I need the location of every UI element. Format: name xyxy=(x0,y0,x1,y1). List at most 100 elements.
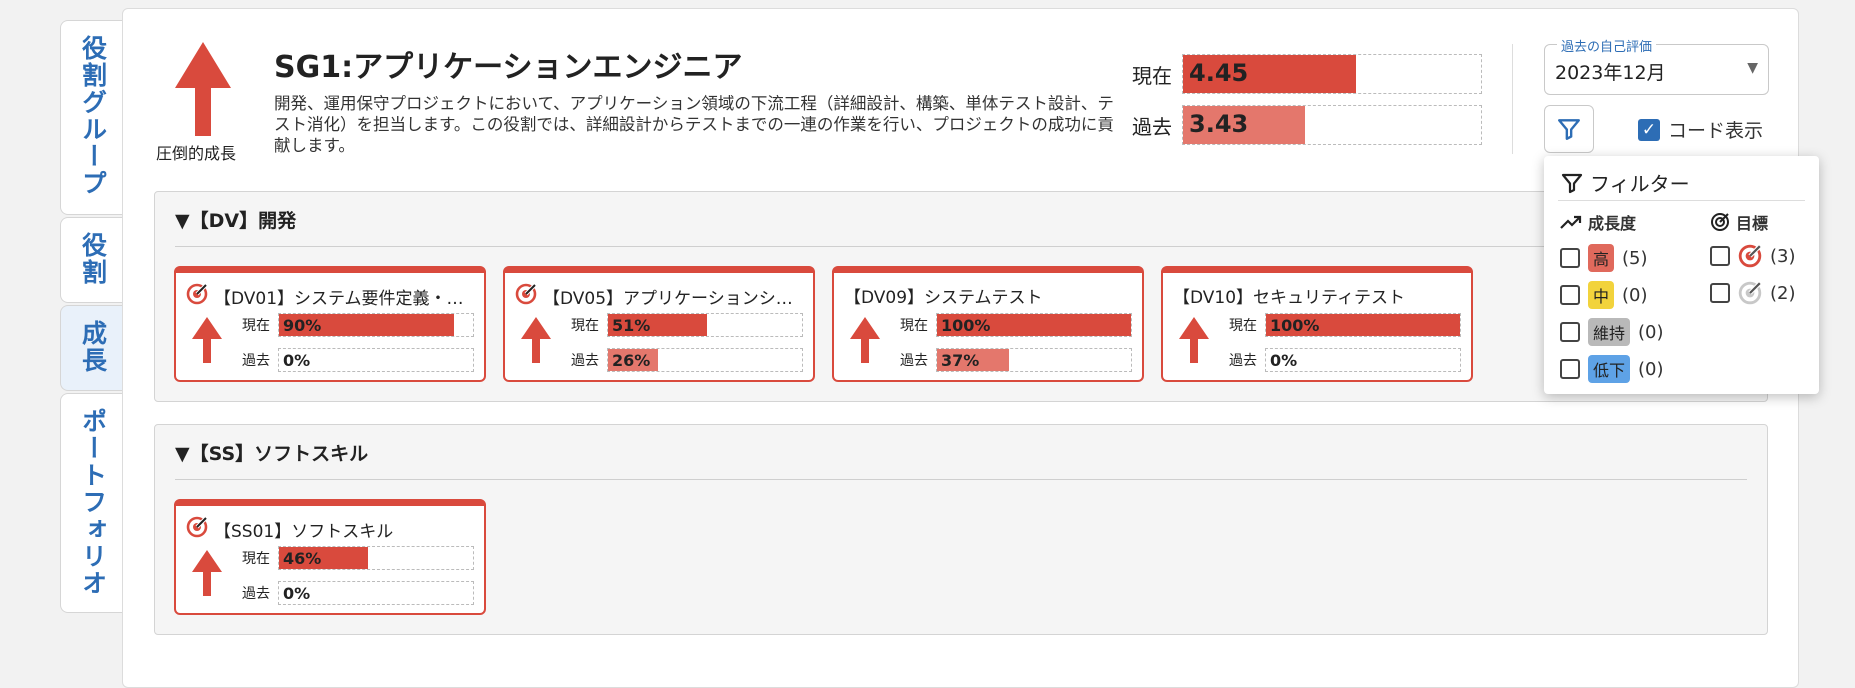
card-title: 【DV10】セキュリティテスト xyxy=(1173,283,1461,308)
past-score-value: 3.43 xyxy=(1189,110,1249,138)
current-value: 51% xyxy=(612,316,651,335)
filter-title-label: フィルター xyxy=(1590,172,1690,196)
past-eval-legend: 過去の自己評価 xyxy=(1557,36,1657,55)
card-title-text: 【DV05】アプリケーションシ… xyxy=(543,289,793,309)
tab-portfolio[interactable]: ポートフォリオ xyxy=(60,393,124,613)
past-value: 37% xyxy=(941,351,980,370)
target-count: (2) xyxy=(1770,282,1796,304)
tab-role[interactable]: 役割 xyxy=(60,217,124,303)
current-bar: 46% xyxy=(278,546,474,570)
target-icon xyxy=(186,516,208,543)
growth-count: (0) xyxy=(1638,321,1664,343)
current-value: 46% xyxy=(283,549,322,568)
past-label: 過去 xyxy=(1229,353,1257,369)
current-row: 現在 100% xyxy=(1229,313,1461,337)
card-title-text: 【DV09】システムテスト xyxy=(844,288,1043,308)
skill-card[interactable]: 【DV09】システムテスト 現在 100% 過去 37% xyxy=(832,266,1144,382)
checkbox[interactable] xyxy=(1560,322,1580,342)
target-filter-item[interactable]: (3) xyxy=(1710,244,1796,268)
section-title[interactable]: ▼【DV】開発 xyxy=(175,206,296,233)
growth-up-arrow-icon xyxy=(192,550,222,596)
current-label: 現在 xyxy=(571,318,599,334)
growth-filter-item[interactable]: 高 (5) xyxy=(1560,244,1648,272)
card-title: 【DV09】システムテスト xyxy=(844,283,1132,308)
growth-badge: 維持 xyxy=(1588,318,1631,346)
past-row: 過去 26% xyxy=(571,348,803,372)
section-divider xyxy=(175,246,1747,247)
current-row: 現在 51% xyxy=(571,313,803,337)
checkbox[interactable] xyxy=(1710,246,1730,266)
target-filter-item[interactable]: (2) xyxy=(1710,281,1796,305)
card-title: 【DV01】システム要件定義・… xyxy=(186,283,474,310)
past-row: 過去 0% xyxy=(242,581,474,605)
filter-button[interactable] xyxy=(1544,105,1594,153)
growth-badge: 中 xyxy=(1588,281,1615,309)
code-display-label: コード表示 xyxy=(1668,120,1764,142)
current-bar: 100% xyxy=(1265,313,1461,337)
growth-badge: 低下 xyxy=(1588,355,1631,383)
past-bar: 0% xyxy=(1265,348,1461,372)
past-row: 過去 0% xyxy=(242,348,474,372)
past-eval-value: 2023年12月 xyxy=(1555,62,1666,84)
checkbox-checked-icon[interactable]: ✓ xyxy=(1638,118,1660,141)
tab-label: 役割グループ xyxy=(78,35,108,197)
target-count: (3) xyxy=(1770,245,1796,267)
past-value: 26% xyxy=(612,351,651,370)
past-label: 過去 xyxy=(571,353,599,369)
current-value: 100% xyxy=(941,316,991,335)
past-row: 過去 37% xyxy=(900,348,1132,372)
trending-up-icon xyxy=(1560,215,1582,229)
past-score-bar: 3.43 xyxy=(1182,105,1482,145)
current-label: 現在 xyxy=(242,318,270,334)
filter-divider xyxy=(1558,200,1805,201)
past-label: 過去 xyxy=(242,586,270,602)
skill-card[interactable]: 【DV01】システム要件定義・… 現在 90% 過去 0% xyxy=(174,266,486,382)
growth-filter-item[interactable]: 中 (0) xyxy=(1560,281,1648,309)
growth-badge: 高 xyxy=(1588,244,1615,272)
growth-count: (0) xyxy=(1622,284,1648,306)
checkbox[interactable] xyxy=(1560,285,1580,305)
tab-role-group[interactable]: 役割グループ xyxy=(60,20,124,215)
checkbox[interactable] xyxy=(1710,283,1730,303)
current-score-label: 現在 xyxy=(1132,63,1172,88)
target-icon xyxy=(515,283,537,310)
current-value: 90% xyxy=(283,316,322,335)
target-icon xyxy=(1711,213,1729,231)
growth-column-head: 成長度 xyxy=(1560,210,1636,234)
tab-growth[interactable]: 成長 xyxy=(60,305,124,391)
growth-up-arrow-icon xyxy=(521,317,551,363)
target-column-label: 目標 xyxy=(1736,214,1769,233)
past-bar: 0% xyxy=(278,581,474,605)
past-value: 0% xyxy=(1270,351,1298,370)
past-bar: 37% xyxy=(936,348,1132,372)
skill-card[interactable]: 【DV05】アプリケーションシ… 現在 51% 過去 26% xyxy=(503,266,815,382)
past-score-row: 過去 3.43 xyxy=(1132,105,1482,145)
card-title: 【SS01】ソフトスキル xyxy=(186,516,474,543)
target-icon xyxy=(186,283,208,310)
growth-count: (0) xyxy=(1638,358,1664,380)
tab-label: 成長 xyxy=(78,320,108,374)
past-value: 0% xyxy=(283,584,311,603)
filter-icon xyxy=(1561,173,1583,193)
card-title-text: 【DV01】システム要件定義・… xyxy=(214,289,464,309)
tab-label: ポートフォリオ xyxy=(78,408,108,597)
header-divider xyxy=(1512,44,1513,154)
checkbox[interactable] xyxy=(1560,359,1580,379)
skill-card[interactable]: 【SS01】ソフトスキル 現在 46% 過去 0% xyxy=(174,499,486,615)
growth-filter-item[interactable]: 低下 (0) xyxy=(1560,355,1664,383)
past-value: 0% xyxy=(283,351,311,370)
target-column-head: 目標 xyxy=(1710,210,1768,234)
past-label: 過去 xyxy=(900,353,928,369)
checkbox[interactable] xyxy=(1560,248,1580,268)
code-display-toggle[interactable]: ✓ コード表示 xyxy=(1638,116,1763,143)
section-title[interactable]: ▼【SS】ソフトスキル xyxy=(175,439,368,466)
page-title: SG1:アプリケーションエンジニア xyxy=(274,50,743,85)
past-label: 過去 xyxy=(242,353,270,369)
growth-filter-item[interactable]: 維持 (0) xyxy=(1560,318,1664,346)
card-title-text: 【DV10】セキュリティテスト xyxy=(1173,288,1406,308)
current-bar: 51% xyxy=(607,313,803,337)
skill-card[interactable]: 【DV10】セキュリティテスト現在 100% 過去 0% xyxy=(1161,266,1473,382)
current-score-row: 現在 4.45 xyxy=(1132,54,1482,94)
past-eval-select[interactable]: 過去の自己評価 2023年12月 ▼ xyxy=(1544,36,1769,95)
target-red-icon xyxy=(1738,244,1762,268)
